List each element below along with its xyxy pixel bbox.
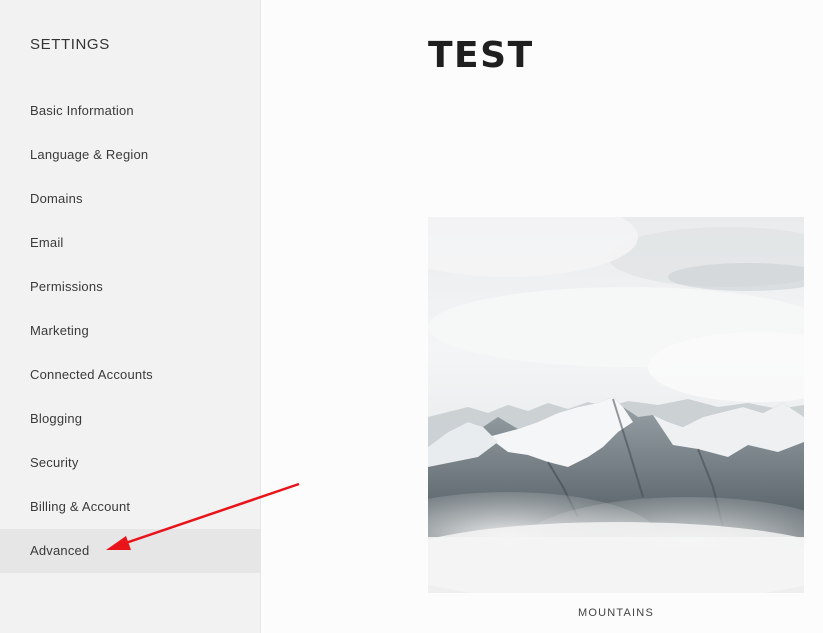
sidebar-item-basic-information[interactable]: Basic Information bbox=[0, 89, 260, 133]
mountain-photo bbox=[428, 217, 804, 593]
image-caption: MOUNTAINS bbox=[578, 607, 654, 619]
page-title: TEST bbox=[428, 35, 534, 76]
page-preview: TEST MOUNTAINS bbox=[261, 0, 823, 633]
settings-sidebar: SETTINGS Basic Information Language & Re… bbox=[0, 0, 261, 633]
sidebar-title: SETTINGS bbox=[30, 36, 110, 53]
settings-nav: Basic Information Language & Region Doma… bbox=[0, 89, 260, 573]
sidebar-item-security[interactable]: Security bbox=[0, 441, 260, 485]
sidebar-item-language-region[interactable]: Language & Region bbox=[0, 133, 260, 177]
sidebar-item-email[interactable]: Email bbox=[0, 221, 260, 265]
sidebar-item-blogging[interactable]: Blogging bbox=[0, 397, 260, 441]
sidebar-item-marketing[interactable]: Marketing bbox=[0, 309, 260, 353]
sidebar-item-permissions[interactable]: Permissions bbox=[0, 265, 260, 309]
sidebar-item-domains[interactable]: Domains bbox=[0, 177, 260, 221]
sidebar-item-billing-account[interactable]: Billing & Account bbox=[0, 485, 260, 529]
settings-screen: SETTINGS Basic Information Language & Re… bbox=[0, 0, 823, 633]
sidebar-item-connected-accounts[interactable]: Connected Accounts bbox=[0, 353, 260, 397]
sidebar-item-advanced[interactable]: Advanced bbox=[0, 529, 260, 573]
mountain-image[interactable] bbox=[428, 217, 804, 593]
